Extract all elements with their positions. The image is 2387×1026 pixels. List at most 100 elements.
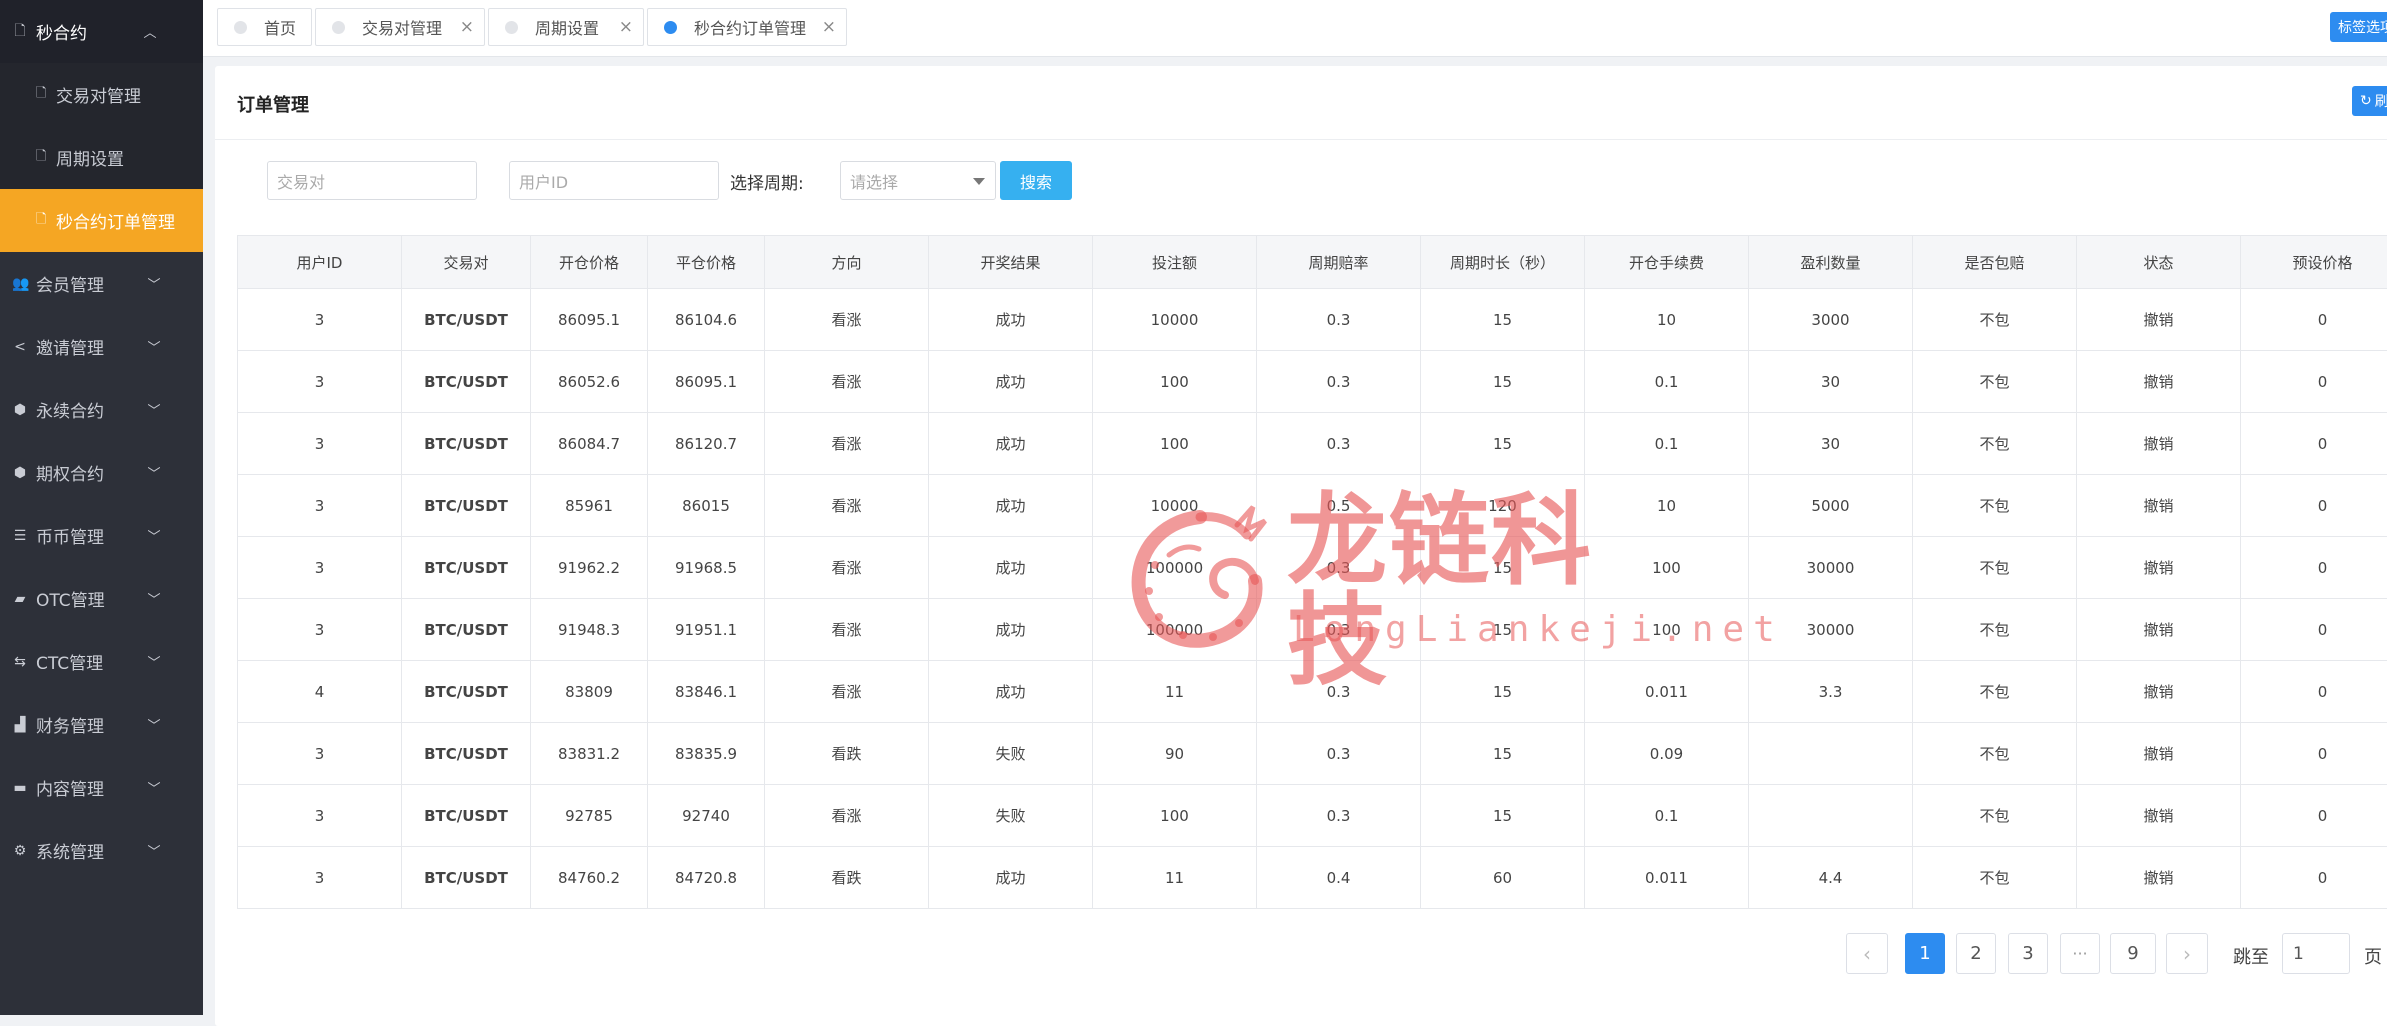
col-odds[interactable]: 周期赔率 <box>1257 236 1421 289</box>
next-page-button[interactable]: › <box>2166 933 2208 974</box>
divider <box>215 139 2387 140</box>
sidebar-group-ctc[interactable]: ⇆ CTC管理 ﹀ <box>0 630 203 693</box>
cell-status: 撤销 <box>2077 599 2241 661</box>
cell-open-price: 91962.2 <box>531 537 648 599</box>
cell-status: 撤销 <box>2077 475 2241 537</box>
sidebar-group-label: 内容管理 <box>36 775 145 800</box>
sidebar-group-label: 财务管理 <box>36 712 145 737</box>
cell-close-price: 83835.9 <box>648 723 765 785</box>
cell-bet-amount: 100000 <box>1093 599 1257 661</box>
col-open-fee[interactable]: 开仓手续费 <box>1585 236 1749 289</box>
page-button-9[interactable]: 9 <box>2110 933 2156 974</box>
col-open-price[interactable]: 开仓价格 <box>531 236 648 289</box>
page-button-3[interactable]: 3 <box>2008 933 2048 974</box>
prev-page-button[interactable]: ‹ <box>1846 933 1888 974</box>
sidebar-group-perpetual[interactable]: ⬢ 永续合约 ﹀ <box>0 378 203 441</box>
sidebar-item-pair-management[interactable]: 🗋 交易对管理 <box>0 63 203 126</box>
cell-guarantee: 不包 <box>1913 661 2077 723</box>
cell-preset-price: 0 <box>2241 599 2387 661</box>
cell-pair: BTC/USDT <box>402 289 531 351</box>
cell-pair: BTC/USDT <box>402 599 531 661</box>
cube-icon: ⬢ <box>12 465 28 481</box>
chevron-down-icon: ﹀ <box>145 589 163 608</box>
sidebar-group-otc[interactable]: ▰ OTC管理 ﹀ <box>0 567 203 630</box>
ellipsis-icon: ··· <box>2072 944 2087 963</box>
close-icon[interactable]: × <box>460 17 474 37</box>
cell-open-fee: 10 <box>1585 475 1749 537</box>
cell-direction: 看跌 <box>765 723 929 785</box>
col-duration[interactable]: 周期时长（秒） <box>1421 236 1585 289</box>
cell-open-fee: 0.1 <box>1585 351 1749 413</box>
cell-close-price: 83846.1 <box>648 661 765 723</box>
cell-open-fee: 100 <box>1585 537 1749 599</box>
cell-open-fee: 0.1 <box>1585 413 1749 475</box>
tab-home[interactable]: 首页 <box>217 8 312 46</box>
col-result[interactable]: 开奖结果 <box>929 236 1093 289</box>
close-icon[interactable]: × <box>619 17 633 37</box>
cell-user-id: 3 <box>238 599 402 661</box>
cell-profit: 3000 <box>1749 289 1913 351</box>
cell-close-price: 84720.8 <box>648 847 765 909</box>
col-bet-amount[interactable]: 投注额 <box>1093 236 1257 289</box>
page-button-1[interactable]: 1 <box>1905 933 1945 974</box>
sidebar-group-coin[interactable]: ☰ 币币管理 ﹀ <box>0 504 203 567</box>
cell-odds: 0.3 <box>1257 413 1421 475</box>
cell-status: 撤销 <box>2077 661 2241 723</box>
col-pair[interactable]: 交易对 <box>402 236 531 289</box>
sidebar-group-members[interactable]: 👥 会员管理 ﹀ <box>0 252 203 315</box>
tab-pair-management[interactable]: 交易对管理 × <box>315 8 485 46</box>
chevron-down-icon: ﹀ <box>145 400 163 419</box>
sidebar-group-invites[interactable]: < 邀请管理 ﹀ <box>0 315 203 378</box>
cell-close-price: 86015 <box>648 475 765 537</box>
chevron-down-icon: ﹀ <box>145 463 163 482</box>
tab-period-settings[interactable]: 周期设置 × <box>488 8 644 46</box>
col-status[interactable]: 状态 <box>2077 236 2241 289</box>
pair-input[interactable]: 交易对 <box>267 161 477 200</box>
cell-guarantee: 不包 <box>1913 537 2077 599</box>
col-user-id[interactable]: 用户ID <box>238 236 402 289</box>
cell-result: 成功 <box>929 475 1093 537</box>
goto-page-input[interactable]: 1 <box>2282 933 2350 974</box>
cell-profit: 30 <box>1749 413 1913 475</box>
sidebar-group-content[interactable]: ▬ 内容管理 ﹀ <box>0 756 203 819</box>
search-button[interactable]: 搜索 <box>1000 161 1072 200</box>
cell-open-fee: 0.011 <box>1585 847 1749 909</box>
cell-open-fee: 10 <box>1585 289 1749 351</box>
cell-user-id: 3 <box>238 413 402 475</box>
chevron-left-icon: ‹ <box>1863 942 1871 966</box>
page-ellipsis-button[interactable]: ··· <box>2060 933 2100 974</box>
period-select-placeholder: 请选择 <box>850 169 898 193</box>
page-button-2[interactable]: 2 <box>1956 933 1996 974</box>
col-preset-price[interactable]: 预设价格 <box>2241 236 2387 289</box>
sidebar-item-label: 交易对管理 <box>56 82 141 107</box>
tab-label: 首页 <box>264 15 296 39</box>
cell-result: 成功 <box>929 599 1093 661</box>
cell-profit: 30000 <box>1749 537 1913 599</box>
sidebar-group-second-contract[interactable]: 🗋 秒合约 ︿ <box>0 0 203 63</box>
cell-bet-amount: 100 <box>1093 351 1257 413</box>
refresh-button[interactable]: ↻ 刷新 <box>2352 86 2387 116</box>
cell-pair: BTC/USDT <box>402 723 531 785</box>
close-icon[interactable]: × <box>822 17 836 37</box>
cell-open-price: 83831.2 <box>531 723 648 785</box>
col-profit[interactable]: 盈利数量 <box>1749 236 1913 289</box>
cell-guarantee: 不包 <box>1913 289 2077 351</box>
cell-guarantee: 不包 <box>1913 351 2077 413</box>
cell-open-price: 91948.3 <box>531 599 648 661</box>
col-guarantee[interactable]: 是否包赔 <box>1913 236 2077 289</box>
table-row: 3BTC/USDT86084.786120.7看涨成功1000.3150.130… <box>238 413 2387 475</box>
tab-options-button[interactable]: 标签选项 <box>2330 12 2387 42</box>
col-close-price[interactable]: 平仓价格 <box>648 236 765 289</box>
sidebar-item-period-settings[interactable]: 🗋 周期设置 <box>0 126 203 189</box>
user-id-input[interactable]: 用户ID <box>509 161 719 200</box>
sidebar-item-order-management[interactable]: 🗋 秒合约订单管理 <box>0 189 203 252</box>
tab-order-management[interactable]: 秒合约订单管理 × <box>647 8 847 46</box>
period-select[interactable]: 请选择 <box>840 161 996 200</box>
cell-odds: 0.4 <box>1257 847 1421 909</box>
cell-open-fee: 100 <box>1585 599 1749 661</box>
col-direction[interactable]: 方向 <box>765 236 929 289</box>
sidebar-group-options[interactable]: ⬢ 期权合约 ﹀ <box>0 441 203 504</box>
cell-direction: 看涨 <box>765 475 929 537</box>
sidebar-group-system[interactable]: ⚙ 系统管理 ﹀ <box>0 819 203 882</box>
sidebar-group-finance[interactable]: ▟ 财务管理 ﹀ <box>0 693 203 756</box>
